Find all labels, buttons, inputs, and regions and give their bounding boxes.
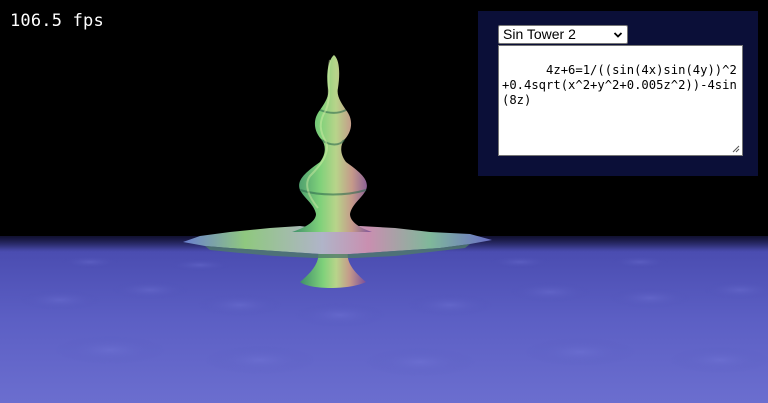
equation-textarea[interactable]: 4z+6=1/((sin(4x)sin(4y))^2+0.4sqrt(x^2+y… [498, 45, 743, 156]
chevron-down-icon [613, 32, 623, 38]
preset-dropdown[interactable]: Sin Tower 2 [498, 25, 628, 44]
resize-grip-icon[interactable] [731, 144, 740, 153]
fps-counter: 106.5 fps [10, 11, 104, 31]
controls-panel: Sin Tower 2 4z+6=1/((sin(4x)sin(4y))^2+0… [478, 11, 758, 176]
equation-text: 4z+6=1/((sin(4x)sin(4y))^2+0.4sqrt(x^2+y… [502, 63, 737, 107]
render-viewport[interactable]: 106.5 fps Sin Tower 2 4z+6=1/((sin(4x)si… [0, 0, 768, 403]
preset-selected-label: Sin Tower 2 [503, 26, 576, 42]
